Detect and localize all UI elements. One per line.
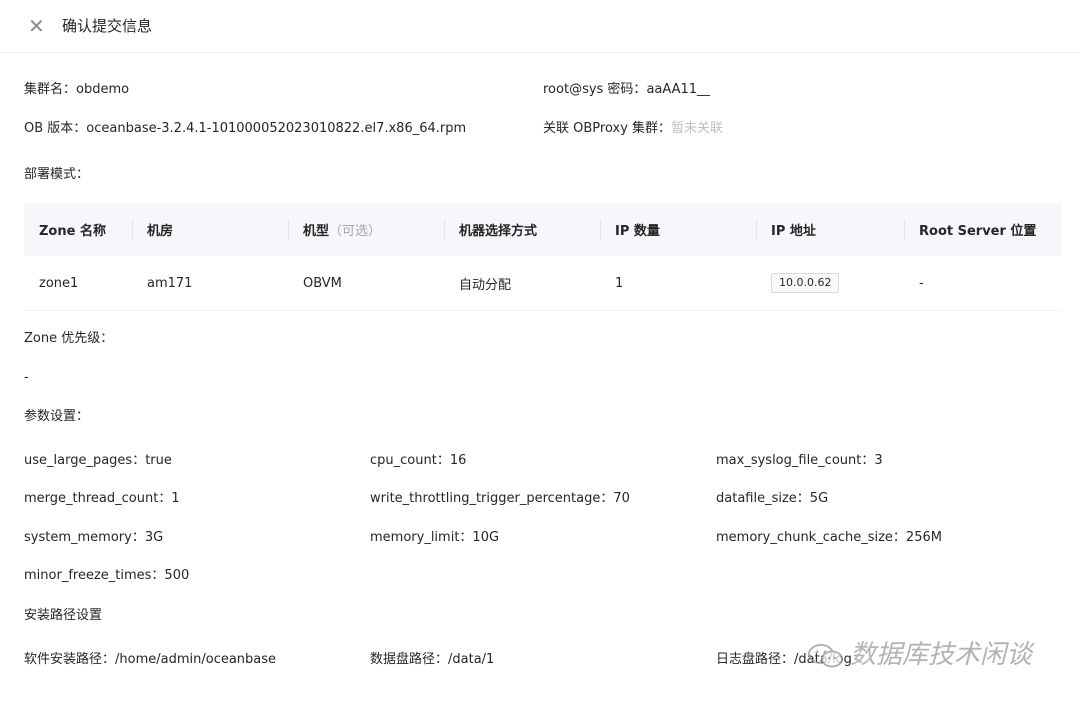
install-paths-label: 安装路径设置 [24,608,103,623]
ip-tag: 10.0.0.62 [771,273,840,293]
col-ip-count: IP 数量 [600,203,756,256]
drawer-header: ✕ 确认提交信息 [0,0,1080,53]
table-header-row: Zone 名称 机房 机型（可选） 机器选择方式 IP 数量 IP 地址 Roo… [24,203,1061,256]
ob-version-label: OB 版本： [24,121,87,136]
obproxy-label: 关联 OBProxy 集群： [543,121,672,136]
col-selection-mode: 机器选择方式 [444,203,600,256]
data-disk-path-field: 数据盘路径：/data/1 [370,652,495,667]
col-ip-address: IP 地址 [756,203,904,256]
deploy-mode-label: 部署模式： [24,167,90,182]
cluster-name-value: obdemo [76,82,130,97]
ob-version-value: oceanbase-3.2.4.1-101000052023010822.el7… [86,121,467,136]
param-item: merge_thread_count：1 [24,491,180,506]
col-idc: 机房 [132,203,288,256]
zone-table: Zone 名称 机房 机型（可选） 机器选择方式 IP 数量 IP 地址 Roo… [24,203,1061,311]
root-password-field: root@sys 密码：aaAA11__ [543,81,710,99]
cluster-name-field: 集群名：obdemo [24,81,129,99]
root-password-value: aaAA11__ [646,82,711,97]
ob-version-field: OB 版本：oceanbase-3.2.4.1-1010000520230108… [24,120,466,138]
obproxy-value: 暂未关联 [671,121,724,136]
obproxy-field: 关联 OBProxy 集群：暂未关联 [543,120,723,138]
param-item: minor_freeze_times：500 [24,568,190,583]
cluster-name-label: 集群名： [24,82,77,97]
cell-ip: 10.0.0.62 [756,256,904,311]
param-item: memory_chunk_cache_size：256M [716,530,942,545]
wechat-icon [808,643,843,667]
col-zone-name: Zone 名称 [24,203,132,256]
watermark: 数据库技术闲谈 [806,638,1032,672]
col-root-server: Root Server 位置 [904,203,1061,256]
table-row: zone1 am171 OBVM 自动分配 1 10.0.0.62 - [24,256,1061,311]
params-label: 参数设置： [24,409,90,424]
cell-selection: 自动分配 [444,256,600,311]
cell-ip-count: 1 [600,256,756,311]
cell-idc: am171 [132,256,288,311]
cell-machine-type: OBVM [288,256,444,311]
param-item: memory_limit：10G [370,530,500,545]
confirm-drawer: ✕ 确认提交信息 集群名：obdemo root@sys 密码：aaAA11__… [0,0,1080,703]
cell-root-server: - [904,256,1061,311]
param-item: cpu_count：16 [370,453,467,468]
param-item: system_memory：3G [24,530,164,545]
close-icon[interactable]: ✕ [28,16,46,36]
root-password-label: root@sys 密码： [543,82,647,97]
install-path-field: 软件安装路径：/home/admin/oceanbase [24,652,277,667]
col-machine-type: 机型（可选） [288,203,444,256]
param-item: use_large_pages：true [24,453,172,468]
drawer-title: 确认提交信息 [62,17,153,35]
param-item: datafile_size：5G [716,491,829,506]
param-item: max_syslog_file_count：3 [716,453,883,468]
param-item: write_throttling_trigger_percentage：70 [370,491,630,506]
zone-priority-value: - [24,370,29,385]
watermark-text: 数据库技术闲谈 [850,640,1033,670]
cell-zone: zone1 [24,256,132,311]
zone-priority-label: Zone 优先级： [24,331,114,346]
